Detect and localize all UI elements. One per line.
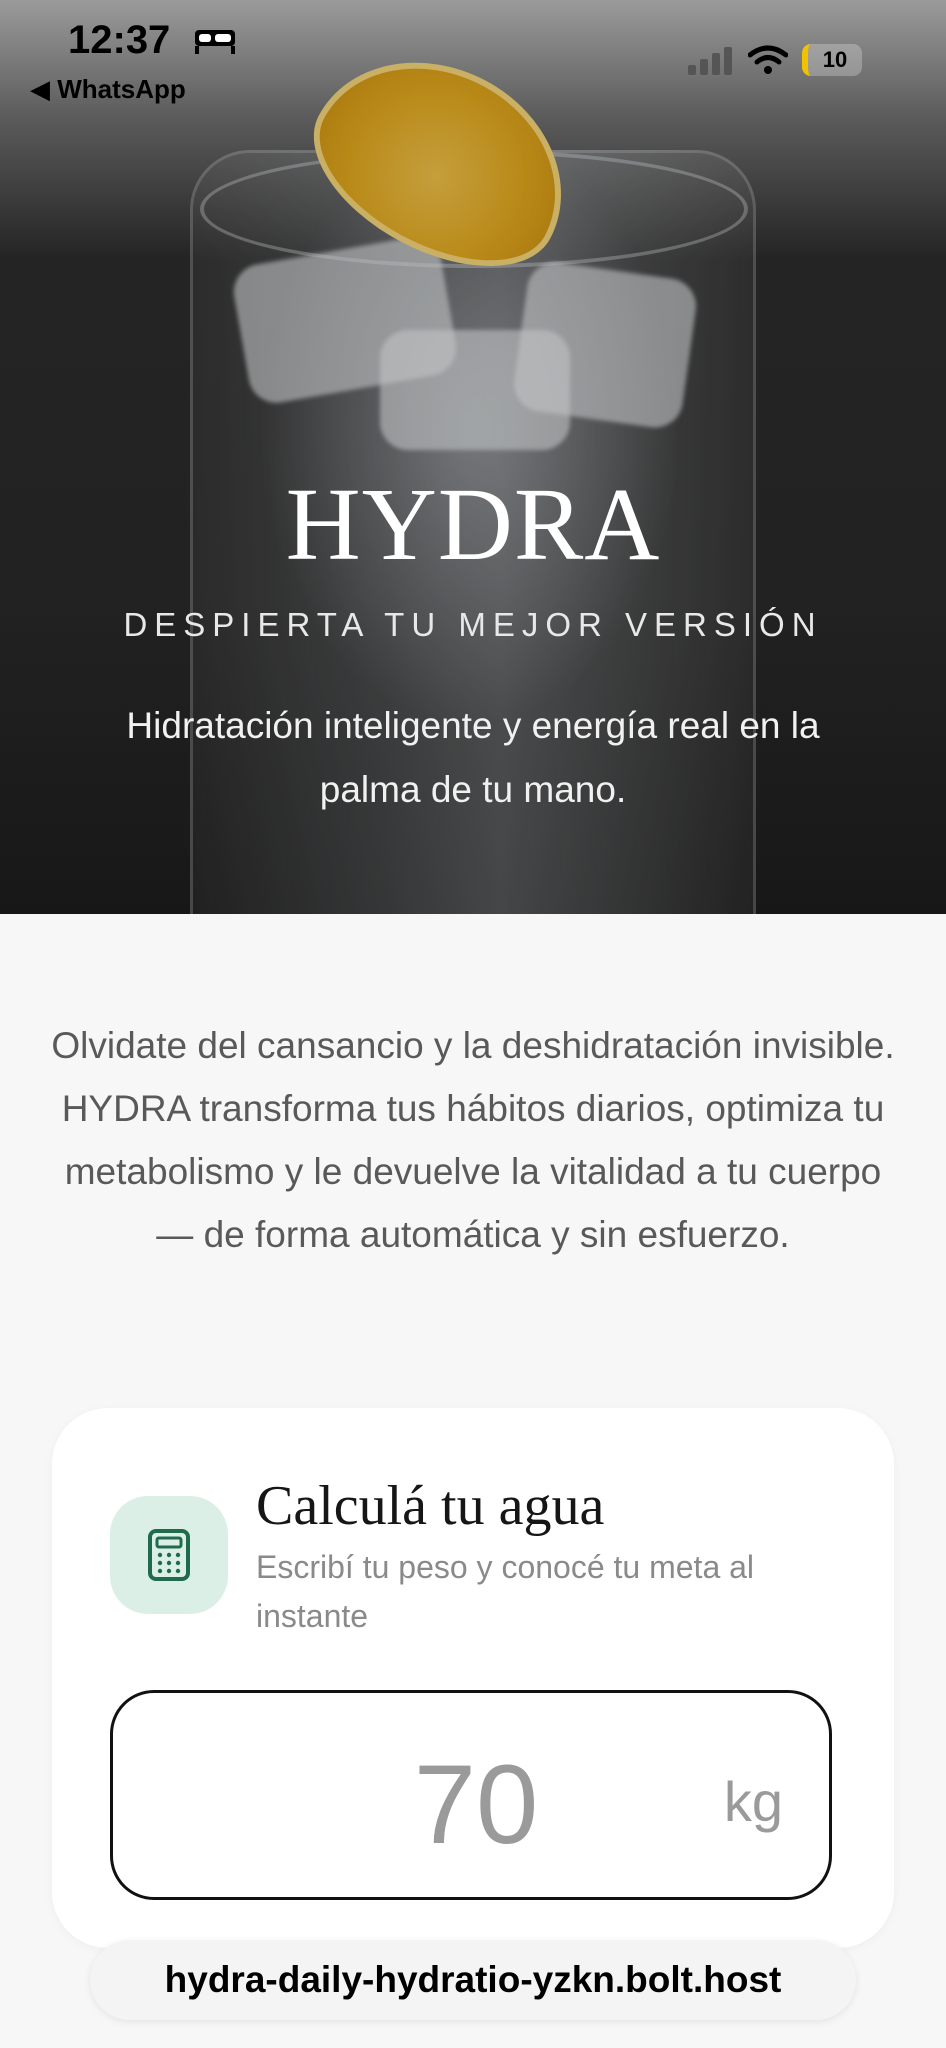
hero-description: Hidratación inteligente y energía real e… — [126, 705, 820, 810]
signal-icon — [688, 47, 732, 75]
water-calculator-card: Calculá tu agua Escribí tu peso y conocé… — [52, 1408, 894, 1948]
url-text: hydra-daily-hydratio-yzkn.bolt.host — [164, 1959, 782, 2000]
battery-icon: 10 — [802, 44, 862, 76]
calculator-subtitle: Escribí tu peso y conocé tu meta al inst… — [256, 1549, 755, 1634]
battery-level: 10 — [822, 47, 848, 72]
weight-input-box[interactable]: kg — [110, 1690, 839, 1900]
calculator-icon — [148, 1529, 190, 1581]
status-icons: 10 — [688, 44, 862, 76]
status-time: 12:37 — [68, 18, 171, 62]
calculator-title: Calculá tu agua — [256, 1475, 605, 1537]
intro-paragraph: Olvidate del cansancio y la deshidrataci… — [51, 1025, 895, 1255]
tagline: DESPIERTA TU MEJOR VERSIÓN — [123, 606, 823, 643]
back-to-whatsapp-link[interactable]: ◀ WhatsApp — [30, 74, 186, 105]
weight-unit-label: kg — [723, 1770, 783, 1833]
calculator-badge — [110, 1496, 228, 1614]
brand-title: HYDRA — [285, 467, 661, 582]
wifi-icon — [748, 45, 788, 74]
bed-icon — [195, 30, 235, 54]
hero-section: 12:37 ◀ WhatsApp 10 HYDRA DESPIERTA TU M… — [0, 0, 946, 914]
browser-url-bar[interactable]: hydra-daily-hydratio-yzkn.bolt.host — [90, 1940, 856, 2020]
